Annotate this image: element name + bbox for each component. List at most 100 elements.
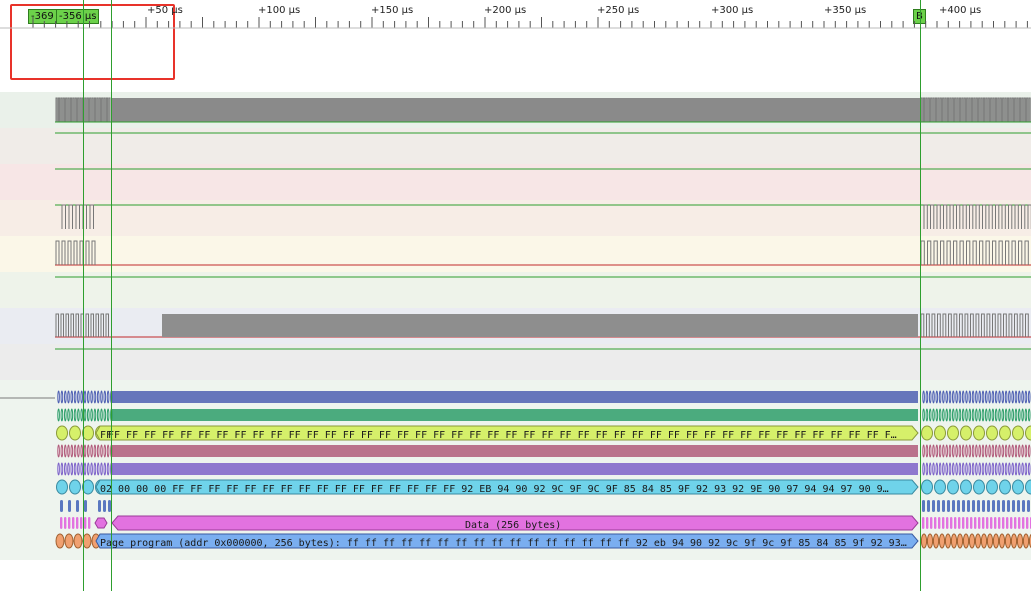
row-mark [67, 444, 70, 458]
pp-cell [974, 533, 982, 549]
row-mark [64, 444, 67, 458]
row-mark [975, 444, 978, 458]
bus2-cell [69, 479, 81, 495]
row-mark [938, 462, 942, 476]
row-mark [1011, 462, 1015, 476]
row-mark [985, 408, 988, 422]
row-mark [945, 462, 949, 476]
row-mark [73, 408, 77, 422]
pp-cell [956, 533, 964, 549]
row-mark [57, 444, 60, 458]
row-mark [60, 500, 63, 512]
row-mark [1027, 444, 1031, 458]
pp-cell [1022, 533, 1030, 549]
row-mark [942, 444, 945, 458]
row-mark [985, 462, 988, 476]
row-mark [77, 390, 80, 404]
row-mark [952, 462, 955, 476]
row-mark [958, 444, 962, 458]
row-mark [922, 390, 925, 404]
row-mark [1018, 444, 1021, 458]
bus2-cell [921, 479, 933, 495]
row-mark [77, 444, 80, 458]
bus2-cell [1012, 479, 1024, 495]
data-dense-fill [162, 314, 918, 337]
time-ruler[interactable]: -369 -356 µs B +50 µs +100 µs +150 µs +2… [0, 0, 1031, 92]
row-mark [962, 517, 965, 529]
cursor-m1-line[interactable] [83, 0, 84, 591]
row-mark [64, 462, 67, 476]
row-mark [1021, 390, 1024, 404]
pp-cell [1016, 533, 1024, 549]
row-mark [87, 462, 90, 476]
row-mark [997, 500, 1000, 512]
row-mark [1008, 462, 1011, 476]
row-mark [1006, 517, 1009, 529]
row-mark [1014, 444, 1018, 458]
row-mark [106, 390, 110, 404]
row-mark [948, 444, 952, 458]
row-mark [981, 444, 985, 458]
row-mark [994, 517, 997, 529]
row-mark [958, 517, 961, 529]
row-mark [935, 390, 939, 404]
row-mark [1004, 390, 1008, 404]
row-mark [991, 390, 995, 404]
row-fill [111, 391, 918, 403]
waveform-canvas[interactable]: FF FF FF FF FF FF FF FF FF FF FF FF FF F… [0, 92, 1031, 560]
row-mark [68, 517, 71, 529]
row-mark [932, 444, 935, 458]
row-bus-a [57, 390, 1031, 404]
row-mark [106, 462, 110, 476]
row-mark [106, 444, 110, 458]
waveform-area[interactable]: FF FF FF FF FF FF FF FF FF FF FF FF FF F… [0, 92, 1031, 560]
row-mark [952, 500, 955, 512]
row-mark [954, 517, 957, 529]
row-mark [106, 408, 110, 422]
row-mark [84, 517, 87, 529]
row-mark [1018, 408, 1021, 422]
row-mark [1024, 444, 1028, 458]
row-mark [83, 462, 87, 476]
row-mark [57, 390, 60, 404]
row-mark [925, 390, 929, 404]
row-mark [928, 390, 932, 404]
cursor-m2-line[interactable] [111, 0, 112, 591]
row-mark [1002, 500, 1005, 512]
row-bus-d [57, 462, 1031, 476]
row-mark [962, 500, 965, 512]
row-mark [1017, 500, 1020, 512]
pp-cell [64, 533, 74, 549]
row-mark [978, 444, 982, 458]
row-mark [994, 462, 998, 476]
pp-cell [980, 533, 988, 549]
row-mark [83, 444, 87, 458]
bus2-cell [56, 479, 68, 495]
pp-cell [968, 533, 976, 549]
row-mark [1001, 462, 1005, 476]
row-mark [961, 444, 965, 458]
row-mark [60, 408, 64, 422]
ruler-ticks [0, 17, 1031, 29]
row-mark [1001, 408, 1005, 422]
row-mark [967, 500, 970, 512]
row-mark [938, 444, 942, 458]
row-mark [948, 462, 952, 476]
row-mark [87, 408, 90, 422]
row-mark [60, 462, 64, 476]
cursor-b-line[interactable] [920, 0, 921, 591]
row-mark [1007, 500, 1010, 512]
row-mark [935, 408, 939, 422]
row-fill [111, 445, 918, 457]
row-mark [937, 500, 940, 512]
bus1-cell [1012, 425, 1024, 441]
row-mark [922, 444, 925, 458]
row-mark [981, 462, 985, 476]
row-mark [994, 408, 998, 422]
row-mark [1018, 462, 1021, 476]
row-mark [90, 390, 93, 404]
row-mark [961, 390, 965, 404]
row-mark [1021, 408, 1024, 422]
row-mark [991, 462, 995, 476]
row-mark [93, 462, 97, 476]
